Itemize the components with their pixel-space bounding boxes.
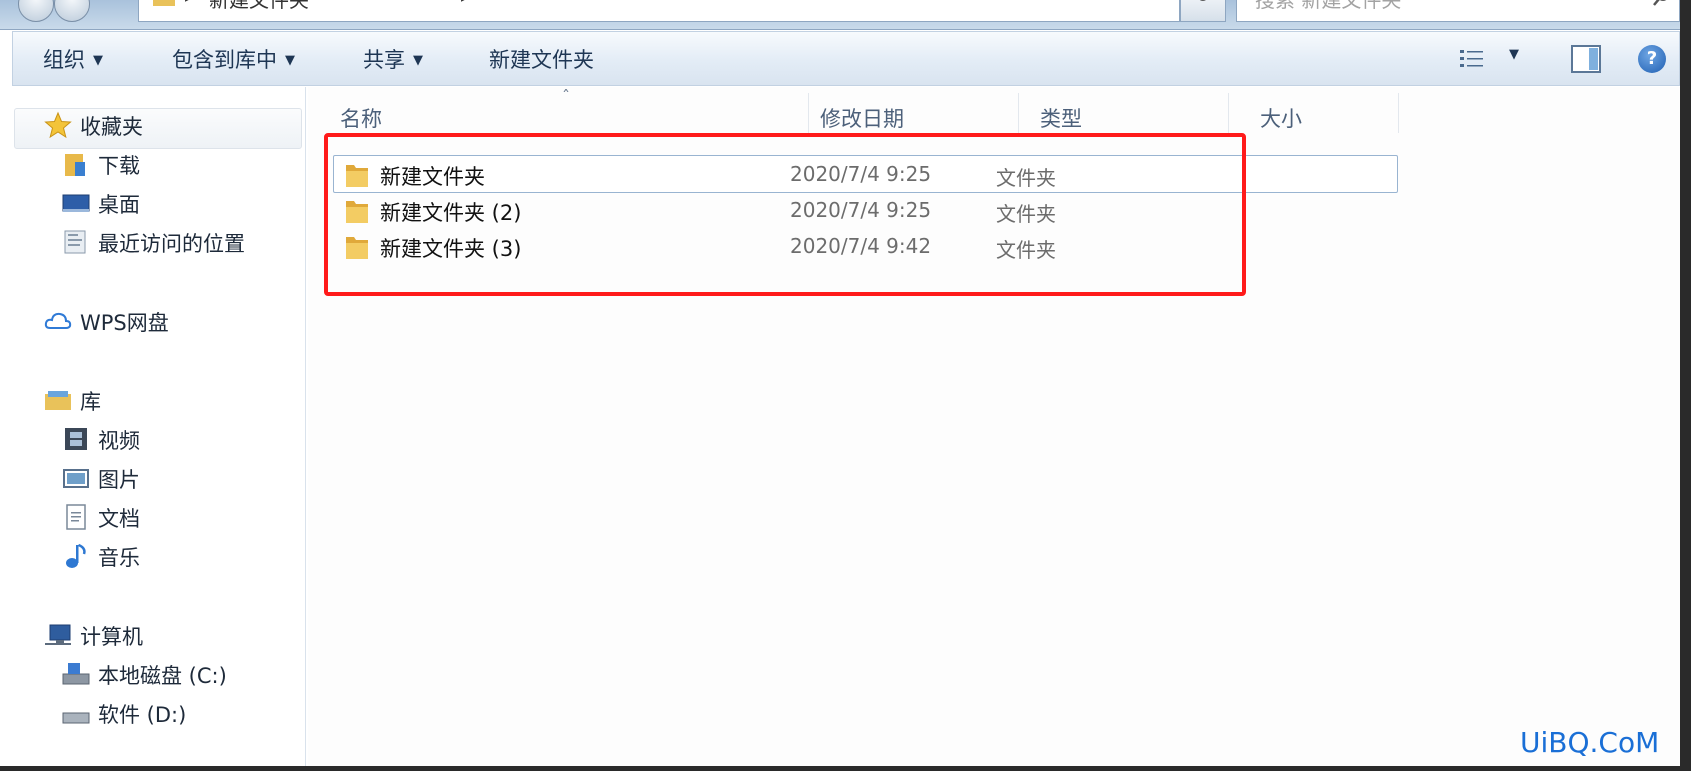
new-folder-button[interactable]: 新建文件夹 — [489, 44, 594, 74]
breadcrumb-separator[interactable]: ▸ — [461, 0, 470, 7]
nav-videos-label: 视频 — [98, 429, 140, 453]
refresh-icon: ↻ — [1195, 0, 1210, 7]
breadcrumb-separator: ▸ — [185, 0, 194, 7]
hard-drive-icon — [62, 663, 90, 685]
navigation-pane: 收藏夹 下载 桌面 最近访问的位置 WPS网盘 库 视频 图片 文档 音乐 计算… — [12, 87, 306, 771]
computer-icon — [45, 624, 71, 645]
column-header-type[interactable]: 类型 — [1040, 103, 1082, 133]
share-menu[interactable]: 共享 ▼ — [363, 44, 423, 74]
nav-wps-cloud-label: WPS网盘 — [80, 311, 169, 335]
annotation-highlight-box — [324, 133, 1246, 296]
picture-icon — [63, 469, 89, 488]
breadcrumb-current[interactable]: 新建文件夹 — [209, 0, 309, 13]
music-icon — [66, 543, 86, 568]
chevron-down-icon: ▼ — [285, 53, 295, 68]
file-list: ˆ 名称 修改日期 类型 大小 新建文件夹 2020/7/4 9:25 文件夹 … — [308, 87, 1680, 771]
column-header-name[interactable]: 名称 — [340, 103, 382, 133]
watermark: UiBQ.CoM — [1520, 726, 1660, 759]
nav-favorites-label: 收藏夹 — [80, 115, 143, 139]
nav-downloads-label: 下载 — [98, 154, 140, 178]
cloud-icon — [44, 312, 72, 329]
column-divider[interactable] — [1398, 93, 1399, 133]
document-icon — [66, 504, 86, 530]
nav-libraries-label: 库 — [80, 390, 101, 414]
recent-places-icon — [64, 230, 86, 254]
nav-disk-d-label: 软件 (D:) — [98, 703, 187, 727]
chevron-down-icon: ▼ — [413, 53, 423, 68]
view-options-icon[interactable] — [1459, 48, 1485, 70]
include-in-library-menu[interactable]: 包含到库中 ▼ — [172, 44, 295, 74]
new-folder-label: 新建文件夹 — [489, 48, 594, 72]
search-input[interactable]: 搜索 新建文件夹 — [1236, 0, 1680, 22]
column-divider[interactable] — [1018, 93, 1019, 133]
chevron-down-icon: ▼ — [93, 53, 103, 68]
column-header-size[interactable]: 大小 — [1260, 103, 1302, 133]
refresh-button[interactable]: ↻ — [1180, 0, 1226, 22]
forward-button[interactable] — [54, 0, 90, 22]
nav-music-label: 音乐 — [98, 546, 140, 570]
folder-icon — [153, 0, 175, 6]
video-icon — [65, 428, 87, 450]
address-history-dropdown[interactable]: ▾ — [1159, 0, 1167, 3]
window-frame-edge — [0, 766, 1691, 771]
include-in-library-label: 包含到库中 — [172, 48, 277, 72]
navigation-buttons — [18, 0, 118, 22]
hard-drive-icon — [62, 712, 90, 724]
back-button[interactable] — [18, 0, 54, 22]
download-folder-icon — [65, 154, 85, 176]
organize-label: 组织 — [43, 48, 85, 72]
organize-menu[interactable]: 组织 ▼ — [43, 44, 103, 74]
nav-pictures-label: 图片 — [98, 468, 140, 492]
nav-desktop-label: 桌面 — [98, 193, 140, 217]
help-icon[interactable]: ? — [1638, 45, 1666, 73]
star-icon — [44, 111, 72, 139]
column-divider[interactable] — [1228, 93, 1229, 133]
library-icon — [45, 391, 71, 410]
address-bar[interactable]: ▸ 新建文件夹 ▸ ▾ — [138, 0, 1180, 22]
preview-pane-icon[interactable] — [1571, 45, 1601, 73]
view-options-dropdown[interactable]: ▼ — [1509, 47, 1519, 62]
nav-computer-label: 计算机 — [80, 625, 143, 649]
nav-recent-places-label: 最近访问的位置 — [98, 232, 245, 256]
window-frame-edge — [1680, 0, 1691, 771]
sort-ascending-icon: ˆ — [562, 87, 570, 106]
address-strip: ▸ 新建文件夹 ▸ ▾ ↻ 搜索 新建文件夹 — [0, 0, 1691, 30]
column-header-modified[interactable]: 修改日期 — [820, 103, 904, 133]
search-icon[interactable] — [1653, 0, 1671, 6]
search-placeholder: 搜索 新建文件夹 — [1255, 0, 1402, 12]
column-divider[interactable] — [808, 93, 809, 133]
command-toolbar: 组织 ▼ 包含到库中 ▼ 共享 ▼ 新建文件夹 ▼ ? — [12, 31, 1680, 86]
nav-local-disk-c-label: 本地磁盘 (C:) — [98, 664, 227, 688]
share-label: 共享 — [363, 48, 405, 72]
desktop-icon — [62, 194, 90, 212]
nav-documents-label: 文档 — [98, 507, 140, 531]
